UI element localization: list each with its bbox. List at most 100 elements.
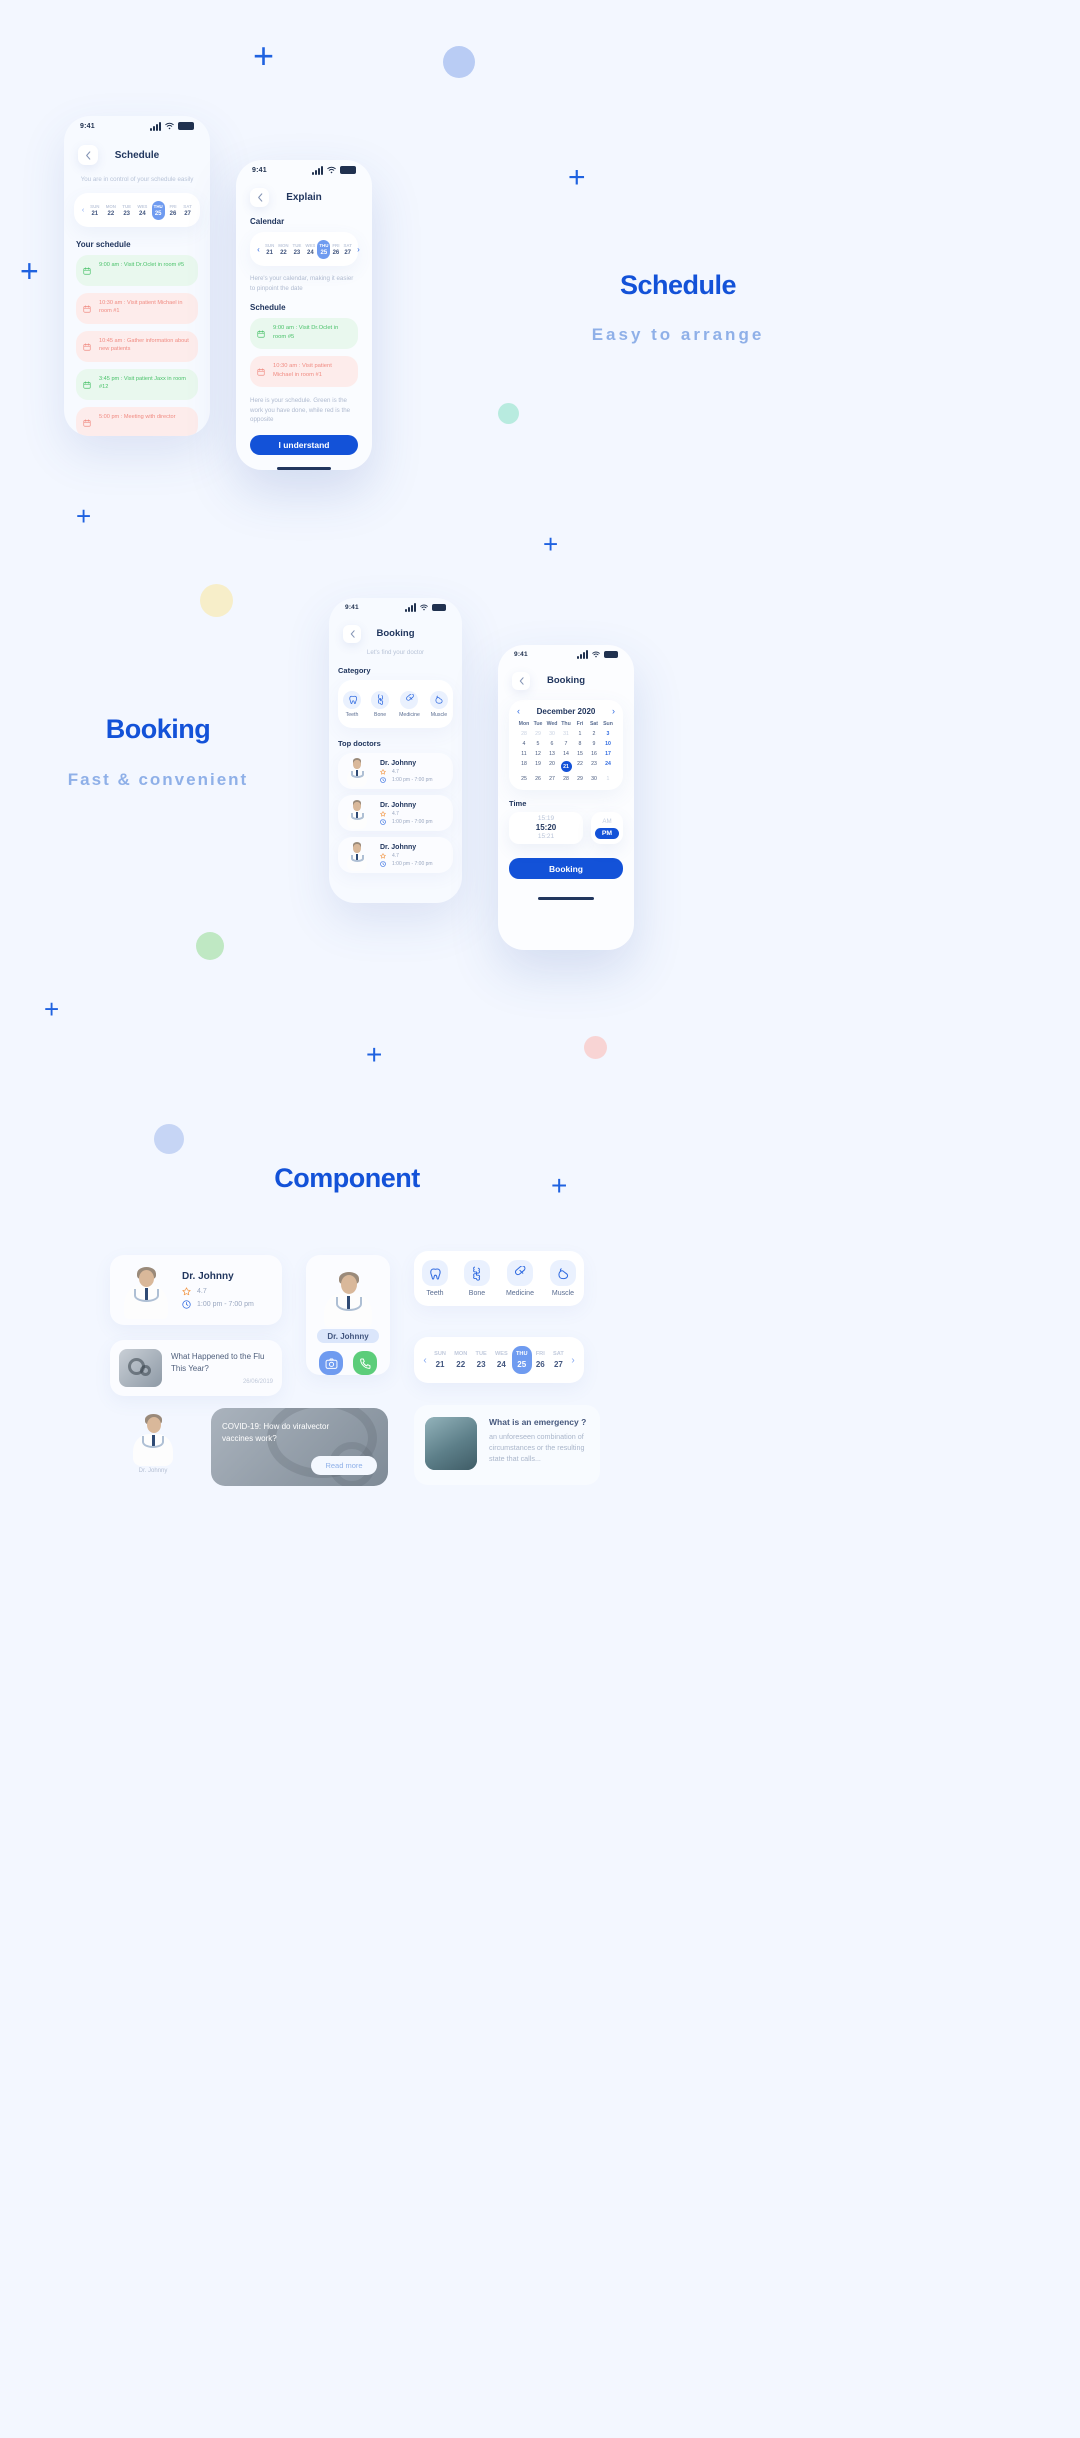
camera-button[interactable] [319,1351,343,1375]
back-button[interactable] [343,624,361,643]
covid-banner-component[interactable]: COVID-19: How do viralvector vaccines wo… [211,1408,388,1486]
calendar-day[interactable]: 10 [601,741,615,747]
week-day[interactable]: FRI 26 [532,1346,549,1374]
category-item[interactable]: Teeth [421,1260,448,1297]
category-item[interactable]: Bone [463,1260,490,1297]
calendar-day[interactable]: 8 [573,741,587,747]
calendar-day[interactable]: 5 [531,741,545,747]
category-item[interactable]: Bone [371,690,390,718]
back-button[interactable] [250,187,269,207]
doctor-card-component[interactable]: Dr. Johnny 4.7 1:00 pm - 7:00 pm [110,1255,282,1325]
calendar-day[interactable]: 20 [545,761,559,772]
calendar-day[interactable]: 24 [601,761,615,772]
calendar-day[interactable]: 29 [531,731,545,737]
week-day[interactable]: WES 24 [303,240,317,259]
week-day[interactable]: FRI 26 [330,240,341,259]
week-day[interactable]: SUN 21 [430,1346,450,1374]
calendar-day[interactable]: 30 [587,776,601,782]
calendar-day[interactable]: 17 [601,751,615,757]
calendar-day[interactable]: 14 [559,751,573,757]
week-day-selected[interactable]: THU 25 [151,200,165,220]
category-item[interactable]: Teeth [343,690,362,718]
week-day[interactable]: MON 22 [276,240,290,259]
category-item[interactable]: Medicine [506,1260,534,1297]
schedule-item[interactable]: 10:30 am : Visit patient Michael in room… [250,356,358,388]
month-prev-button[interactable]: ‹ [517,706,520,716]
week-strip[interactable]: ‹ SUN 21 MON 22 TUE 23 WES 24 THU 25 FRI 26 SAT 27 [74,193,200,227]
month-next-button[interactable]: › [612,706,615,716]
calendar-day[interactable]: 30 [545,731,559,737]
week-day[interactable]: MON 22 [104,201,118,220]
week-day-selected[interactable]: THU 25 [512,1346,532,1374]
calendar-day[interactable]: 11 [517,751,531,757]
calendar-day[interactable]: 26 [531,776,545,782]
calendar-day[interactable]: 13 [545,751,559,757]
calendar-day[interactable]: 12 [531,751,545,757]
time-picker[interactable]: 15:19 15:20 15:21 [509,812,583,844]
week-day[interactable]: TUE 23 [120,201,133,220]
calendar-day[interactable]: 16 [587,751,601,757]
calendar-day[interactable]: 28 [559,776,573,782]
calendar-day[interactable]: 3 [601,731,615,737]
calendar-day[interactable]: 31 [559,731,573,737]
schedule-item[interactable]: 5:00 pm : Meeting with director [76,407,198,436]
calendar-day-selected[interactable]: 21 [560,761,572,772]
calendar-day[interactable]: 7 [559,741,573,747]
calendar-day[interactable]: 4 [517,741,531,747]
calendar-day[interactable]: 9 [587,741,601,747]
week-day[interactable]: MON 22 [450,1346,471,1374]
calendar-day[interactable]: 23 [587,761,601,772]
i-understand-button[interactable]: I understand [250,435,358,456]
am-option[interactable]: AM [602,818,611,825]
calendar-day[interactable]: 6 [545,741,559,747]
week-next-button[interactable]: › [354,245,363,254]
calendar-day[interactable]: 18 [517,761,531,772]
week-prev-button[interactable]: ‹ [420,1355,430,1366]
doctor-list-item[interactable]: Dr. Johnny 4.7 1:00 pm - 7:00 pm [338,795,453,831]
ampm-toggle[interactable]: AM PM [591,812,623,844]
calendar-day[interactable]: 28 [517,731,531,737]
week-day[interactable]: FRI 26 [167,201,179,220]
back-button[interactable] [78,145,98,165]
calendar-day[interactable]: 25 [517,776,531,782]
week-day-selected[interactable]: THU 25 [317,239,331,259]
category-item[interactable]: Muscle [429,690,448,718]
calendar-day[interactable]: 1 [573,731,587,737]
week-day[interactable]: WES 24 [491,1346,512,1374]
week-prev-button[interactable]: ‹ [254,245,263,254]
week-strip-component[interactable]: ‹ SUN 21 MON 22 TUE 23 WES 24 THU 25 FRI 26 SAT 27 › [414,1337,584,1383]
calendar-day[interactable]: 27 [545,776,559,782]
calendar-day[interactable]: 22 [573,761,587,772]
pm-option[interactable]: PM [594,827,620,839]
doctor-list-item[interactable]: Dr. Johnny 4.7 1:00 pm - 7:00 pm [338,837,453,873]
calendar-day[interactable]: 2 [587,731,601,737]
calendar-day[interactable]: 15 [573,751,587,757]
back-button[interactable] [512,671,530,690]
category-item[interactable]: Muscle [549,1260,576,1297]
week-strip[interactable]: ‹ SUN 21 MON 22 TUE 23 WES 24 THU 25 FRI 26 SAT 27 › [250,232,360,266]
schedule-item[interactable]: 3:45 pm : Visit patient Jaxx in room #12 [76,369,198,400]
week-day[interactable]: SAT 27 [549,1346,568,1374]
calendar-day[interactable]: 19 [531,761,545,772]
doctor-list-item[interactable]: Dr. Johnny 4.7 1:00 pm - 7:00 pm [338,753,453,789]
mini-profile-component[interactable]: Dr. Johnny [110,1408,196,1486]
news-card-component[interactable]: What Happened to the Flu This Year? 26/0… [110,1340,282,1396]
week-day[interactable]: SUN 21 [88,201,101,220]
emergency-card-component[interactable]: What is an emergency ? an unforeseen com… [414,1405,600,1485]
calendar-day[interactable]: 29 [573,776,587,782]
week-day[interactable]: TUE 23 [472,1346,491,1374]
week-day[interactable]: SAT 27 [181,201,193,220]
profile-card-component[interactable]: Dr. Johnny [306,1255,390,1375]
week-next-button[interactable]: › [568,1355,578,1366]
category-item[interactable]: Medicine [399,690,420,718]
week-day[interactable]: SAT 27 [341,240,353,259]
calendar-day[interactable]: 1 [601,776,615,782]
week-day[interactable]: WES 24 [135,201,149,220]
week-day[interactable]: SUN 21 [263,240,276,259]
phone-button[interactable] [353,1351,377,1375]
read-more-button[interactable]: Read more [311,1456,377,1475]
booking-button[interactable]: Booking [509,858,623,879]
week-day[interactable]: TUE 23 [291,240,304,259]
month-calendar[interactable]: ‹ December 2020 › Mon Tue Wed Thu Fri Sat Sun … [509,700,623,790]
week-prev-button[interactable]: ‹ [79,207,87,214]
